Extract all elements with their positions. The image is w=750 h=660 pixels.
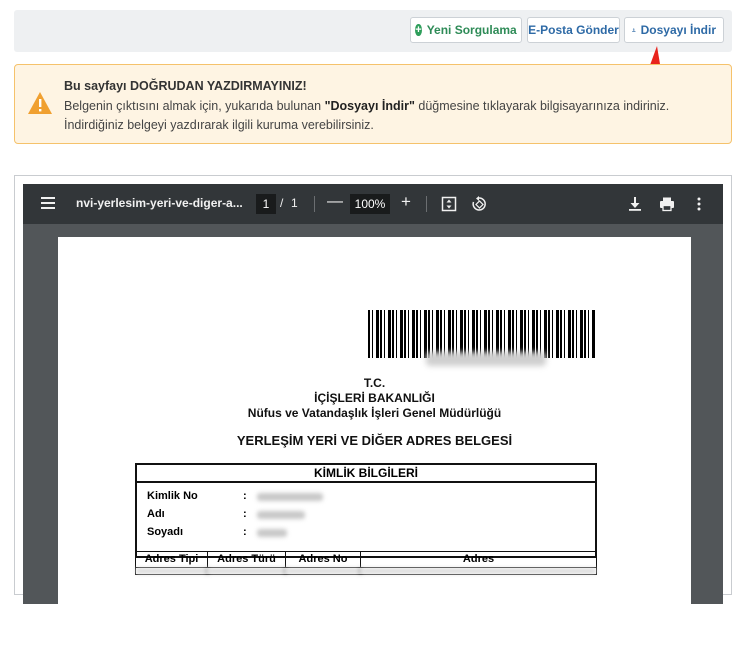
pdf-page: T.C. İÇİŞLERİ BAKANLIĞI Nüfus ve Vatanda… [58, 237, 691, 604]
pdf-file-title: nvi-yerlesim-yeri-ve-diger-a... [76, 196, 243, 210]
new-query-label: Yeni Sorgulama [426, 23, 517, 37]
pdf-toolbar: nvi-yerlesim-yeri-ve-diger-a... 1 / 1 — … [23, 184, 723, 224]
rotate-icon[interactable] [471, 196, 487, 212]
address-type-header: Adres Tipi [136, 552, 208, 567]
download-file-button[interactable]: Dosyayı İndir [624, 17, 724, 43]
doc-header-tc: T.C. [363, 376, 386, 390]
id-no-label: Kimlik No [147, 490, 198, 502]
colon: : [243, 526, 247, 538]
total-pages: 1 [291, 196, 298, 210]
warning-message: Belgenin çıktısını almak için, yukarıda … [64, 99, 670, 132]
colon: : [243, 508, 247, 520]
identity-box: KİMLİK BİLGİLERİ Kimlik No : Adı : Soyad… [135, 463, 597, 558]
name-label: Adı [147, 508, 165, 520]
download-icon [632, 28, 636, 32]
warning-alert: Bu sayfayı DOĞRUDAN YAZDIRMAYINIZ! Belge… [14, 64, 732, 144]
address-header: Adres [462, 553, 495, 565]
new-query-button[interactable]: + Yeni Sorgulama [410, 17, 522, 43]
send-email-button[interactable]: E-Posta Gönder [527, 17, 620, 43]
print-icon[interactable] [659, 196, 675, 212]
pdf-viewer-frame: nvi-yerlesim-yeri-ve-diger-a... 1 / 1 — … [14, 175, 732, 604]
warning-triangle-icon [28, 92, 52, 114]
zoom-level-input[interactable]: 100% [350, 194, 390, 214]
barcode [368, 310, 596, 358]
plus-circle-icon: + [415, 24, 422, 36]
page-separator: / [280, 196, 284, 210]
colon: : [243, 490, 247, 502]
surname-value-redacted [257, 529, 287, 537]
name-value-redacted [257, 511, 305, 519]
doc-header-ministry: İÇİŞLERİ BAKANLIĞI [314, 391, 435, 405]
surname-label: Soyadı [147, 526, 184, 538]
download-file-label: Dosyayı İndir [640, 23, 716, 37]
zoom-in-button[interactable]: + [401, 192, 411, 212]
download-icon[interactable] [627, 196, 643, 212]
warning-title: Bu sayfayı DOĞRUDAN YAZDIRMAYINIZ! [64, 79, 307, 93]
address-table-header: Adres Tipi Adres Türü Adres No Adres [136, 552, 596, 568]
doc-title: YERLEŞİM YERİ VE DİĞER ADRES BELGESİ [236, 433, 513, 448]
fit-page-icon[interactable] [441, 196, 457, 212]
menu-icon[interactable] [41, 196, 55, 210]
toolbar-divider [314, 196, 315, 212]
address-row-redacted [136, 568, 596, 574]
identity-header: KİMLİK BİLGİLERİ [137, 465, 595, 483]
send-email-label: E-Posta Gönder [528, 23, 619, 37]
pdf-viewer[interactable]: nvi-yerlesim-yeri-ve-diger-a... 1 / 1 — … [23, 184, 723, 604]
address-no-header: Adres No [286, 552, 361, 567]
id-no-value-redacted [257, 493, 323, 501]
barcode-number-redacted [426, 352, 546, 366]
doc-header-directorate: Nüfus ve Vatandaşlık İşleri Genel Müdürl… [247, 406, 502, 420]
more-options-icon[interactable] [691, 196, 707, 212]
zoom-out-button[interactable]: — [327, 193, 343, 211]
page-number-input[interactable]: 1 [256, 194, 276, 214]
address-table: Adres Tipi Adres Türü Adres No Adres [135, 551, 597, 575]
address-kind-header: Adres Türü [208, 552, 286, 567]
toolbar-divider [426, 196, 427, 212]
